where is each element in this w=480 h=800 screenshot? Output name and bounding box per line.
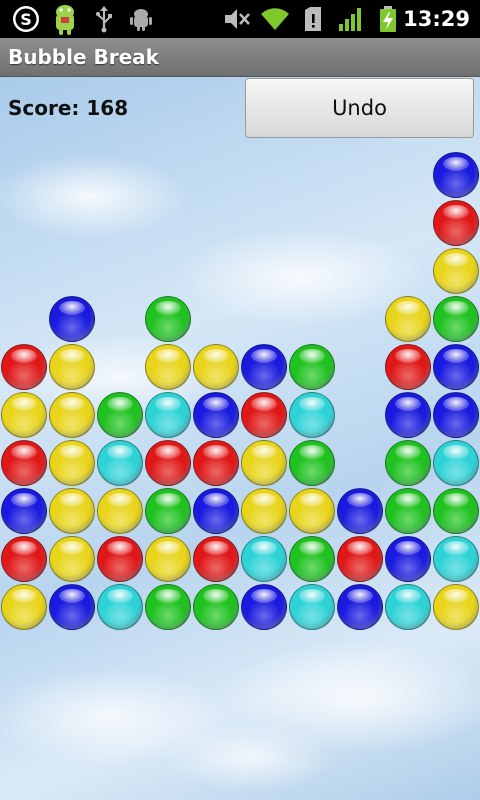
bubble-green[interactable]	[385, 440, 431, 486]
bubble-red[interactable]	[193, 440, 239, 486]
bubble-cyan[interactable]	[97, 584, 143, 630]
bubble-red[interactable]	[97, 536, 143, 582]
bubble-green[interactable]	[433, 488, 479, 534]
bubble-yellow[interactable]	[385, 296, 431, 342]
bubble-yellow[interactable]	[241, 440, 287, 486]
sd-card-icon	[302, 4, 324, 34]
bubble-red[interactable]	[193, 536, 239, 582]
bubble-red[interactable]	[385, 344, 431, 390]
bubble-red[interactable]	[433, 200, 479, 246]
bubble-yellow[interactable]	[145, 344, 191, 390]
bubble-yellow[interactable]	[289, 488, 335, 534]
bubble-yellow[interactable]	[49, 488, 95, 534]
bubble-blue[interactable]	[49, 584, 95, 630]
status-bar: S 13:29	[0, 0, 480, 38]
bubble-cyan[interactable]	[433, 536, 479, 582]
bubble-blue[interactable]	[193, 488, 239, 534]
wifi-icon	[258, 4, 292, 34]
bubble-green[interactable]	[145, 296, 191, 342]
bubble-red[interactable]	[1, 440, 47, 486]
bubble-yellow[interactable]	[193, 344, 239, 390]
score-label: Score: 168	[8, 96, 129, 120]
bubble-blue[interactable]	[433, 392, 479, 438]
screen: S 13:29 Bubble Break Score: 168 Undo	[0, 0, 480, 800]
bubble-cyan[interactable]	[433, 440, 479, 486]
bubble-green[interactable]	[97, 392, 143, 438]
svg-text:S: S	[20, 10, 32, 29]
usb-icon	[92, 4, 116, 34]
bubble-red[interactable]	[337, 536, 383, 582]
bubble-blue[interactable]	[193, 392, 239, 438]
android-debug-icon	[128, 4, 154, 34]
game-board-area[interactable]	[0, 77, 480, 800]
bubble-cyan[interactable]	[289, 392, 335, 438]
mute-icon	[222, 4, 252, 34]
bubble-yellow[interactable]	[49, 440, 95, 486]
app-title: Bubble Break	[8, 45, 159, 69]
bubble-yellow[interactable]	[433, 248, 479, 294]
bubble-green[interactable]	[289, 344, 335, 390]
bubble-yellow[interactable]	[49, 392, 95, 438]
battery-charging-icon	[376, 4, 400, 34]
bubble-cyan[interactable]	[145, 392, 191, 438]
bubble-yellow[interactable]	[1, 584, 47, 630]
signal-icon	[336, 4, 366, 34]
bubble-green[interactable]	[289, 440, 335, 486]
bubble-blue[interactable]	[241, 584, 287, 630]
bubble-blue[interactable]	[1, 488, 47, 534]
status-time: 13:29	[403, 7, 470, 31]
bubble-blue[interactable]	[385, 536, 431, 582]
bubble-yellow[interactable]	[97, 488, 143, 534]
bubble-red[interactable]	[1, 536, 47, 582]
bubble-green[interactable]	[385, 488, 431, 534]
bubble-blue[interactable]	[337, 584, 383, 630]
android-mascot-icon	[48, 4, 82, 35]
app-title-bar: Bubble Break	[0, 38, 480, 77]
bubble-blue[interactable]	[433, 344, 479, 390]
bubble-cyan[interactable]	[385, 584, 431, 630]
bubble-cyan[interactable]	[97, 440, 143, 486]
bubble-blue[interactable]	[433, 152, 479, 198]
bubble-blue[interactable]	[385, 392, 431, 438]
bubble-red[interactable]	[241, 392, 287, 438]
skype-icon: S	[10, 4, 42, 34]
bubble-green[interactable]	[433, 296, 479, 342]
bubble-green[interactable]	[289, 536, 335, 582]
bubble-yellow[interactable]	[49, 344, 95, 390]
bubble-green[interactable]	[193, 584, 239, 630]
bubble-yellow[interactable]	[49, 536, 95, 582]
bubble-green[interactable]	[145, 488, 191, 534]
bubble-yellow[interactable]	[145, 536, 191, 582]
bubble-red[interactable]	[1, 344, 47, 390]
bubble-blue[interactable]	[337, 488, 383, 534]
bubble-blue[interactable]	[49, 296, 95, 342]
bubble-cyan[interactable]	[241, 536, 287, 582]
undo-button[interactable]: Undo	[245, 78, 474, 138]
bubble-green[interactable]	[145, 584, 191, 630]
bubble-yellow[interactable]	[241, 488, 287, 534]
bubble-cyan[interactable]	[289, 584, 335, 630]
bubble-blue[interactable]	[241, 344, 287, 390]
bubble-yellow[interactable]	[1, 392, 47, 438]
bubble-red[interactable]	[145, 440, 191, 486]
bubble-yellow[interactable]	[433, 584, 479, 630]
